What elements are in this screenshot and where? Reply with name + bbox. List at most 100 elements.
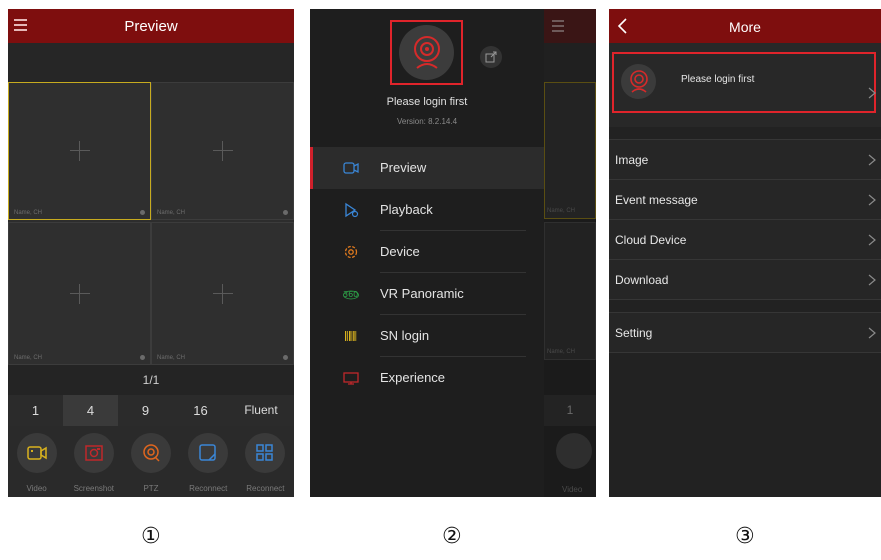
video-button[interactable]: Video [8,426,65,497]
list-item-label: Event message [615,193,698,207]
menu-item-device[interactable]: Device [310,231,544,273]
chevron-right-icon [868,87,876,99]
menu-item-preview[interactable]: Preview [310,147,544,189]
menu-item-vr-panoramic[interactable]: 360 VR Panoramic [310,273,544,315]
list-item-label: Image [615,153,649,167]
share-icon [485,51,497,63]
screenshot-icon [85,445,103,461]
camera-icon [343,162,359,174]
cell-caption: Name, CH [14,210,43,216]
avatar[interactable] [399,25,454,80]
video-cell[interactable]: Name, CH [151,82,294,220]
video-grid: Name, CH Name, CH Name, CH Name, CH [8,82,294,365]
preview-behind-drawer: Name, CH Name, CH 1 Video [544,9,596,497]
more-list: Image Event message Cloud Device Downloa… [609,127,881,353]
stream-quality-button[interactable]: Fluent [228,395,294,426]
split-option-4[interactable]: 4 [63,395,118,426]
barcode-icon [345,331,357,341]
playback-icon [345,202,359,218]
list-item-setting[interactable]: Setting [609,313,881,353]
preview-header: Preview [8,9,294,43]
reconnect-all-button[interactable]: Reconnect [237,426,294,497]
menu-item-label: Playback [380,202,433,217]
menu-item-label: Preview [380,160,427,175]
list-item-label: Setting [615,326,653,340]
device-gear-icon [344,245,358,259]
chevron-right-icon [868,234,876,246]
split-option-9[interactable]: 9 [118,395,173,426]
status-dot-icon [283,355,288,360]
preview-screen: Preview Name, CH Name, CH Name, CH Name,… [8,9,294,497]
webcam-avatar-icon [414,36,440,69]
tool-label: Screenshot [73,484,115,493]
menu-item-sn-login[interactable]: SN login [310,315,544,357]
monitor-icon [343,372,359,385]
menu-item-playback[interactable]: Playback [310,189,544,231]
list-item-label: Download [615,273,669,287]
list-item-event-message[interactable]: Event message [609,180,881,220]
bottom-toolbar: Video Screenshot PTZ Reconnect Reconnect [8,426,294,497]
status-dot-icon [140,355,145,360]
cell-caption: Name, CH [547,208,576,214]
step-number-2: ② [442,523,462,548]
share-button[interactable] [480,46,502,68]
video-cell[interactable]: Name, CH [8,82,151,220]
video-icon [556,433,592,469]
toolbar-strip [8,43,294,82]
ptz-button[interactable]: PTZ [122,426,179,497]
menu-item-label: VR Panoramic [380,286,464,301]
login-row[interactable]: Please login first [609,43,881,127]
app-version: Version: 8.2.14.4 [396,117,458,126]
drawer-screen: Name, CH Name, CH 1 Video Please login f… [310,9,596,497]
step-number-3: ③ [735,523,755,548]
video-cell[interactable]: Name, CH [8,222,151,365]
tool-label: Video [26,484,47,493]
webcam-avatar-icon [630,70,648,93]
more-screen: More Please login first Image Event mess… [609,9,881,497]
page-title: More [729,19,761,35]
ptz-icon [143,444,160,462]
split-selector: 1 4 9 16 Fluent [8,395,294,426]
add-channel-icon[interactable] [69,141,90,161]
menu-item-label: SN login [380,328,430,343]
more-header: More [609,9,881,43]
reconnect-button[interactable]: Reconnect [180,426,237,497]
cell-caption: Name, CH [157,355,186,361]
chevron-right-icon [868,327,876,339]
login-prompt[interactable]: Please login first [310,96,544,108]
list-item-download[interactable]: Download [609,260,881,300]
tool-label: Video [562,485,583,494]
video-icon [26,446,47,460]
hamburger-menu-icon [552,20,564,35]
tool-label: Reconnect [246,484,285,493]
menu-item-label: Device [380,244,420,259]
add-channel-icon[interactable] [212,141,233,161]
tool-label: PTZ [143,484,159,493]
list-item-label: Cloud Device [615,233,687,247]
drawer-menu: Preview Playback Device 360 VR Panoramic… [310,147,544,399]
cell-caption: Name, CH [157,210,186,216]
screenshot-button[interactable]: Screenshot [65,426,122,497]
chevron-right-icon [868,194,876,206]
split-option-1[interactable]: 1 [8,395,63,426]
status-dot-icon [140,210,145,215]
login-prompt: Please login first [681,74,755,85]
avatar [621,64,656,99]
side-drawer: Please login first Version: 8.2.14.4 Pre… [310,9,544,497]
grid-icon [256,444,274,461]
cell-caption: Name, CH [547,349,576,355]
status-dot-icon [283,210,288,215]
list-item-image[interactable]: Image [609,140,881,180]
tool-label: Reconnect [189,484,228,493]
cell-caption: Name, CH [14,355,43,361]
chevron-right-icon [868,154,876,166]
video-cell[interactable]: Name, CH [151,222,294,365]
page-title: Preview [124,18,178,35]
page-indicator: 1/1 [8,365,294,395]
split-option-16[interactable]: 16 [173,395,228,426]
add-channel-icon[interactable] [69,283,90,304]
add-channel-icon[interactable] [212,283,233,304]
menu-item-experience[interactable]: Experience [310,357,544,399]
list-item-cloud-device[interactable]: Cloud Device [609,220,881,260]
step-number-1: ① [141,523,161,548]
